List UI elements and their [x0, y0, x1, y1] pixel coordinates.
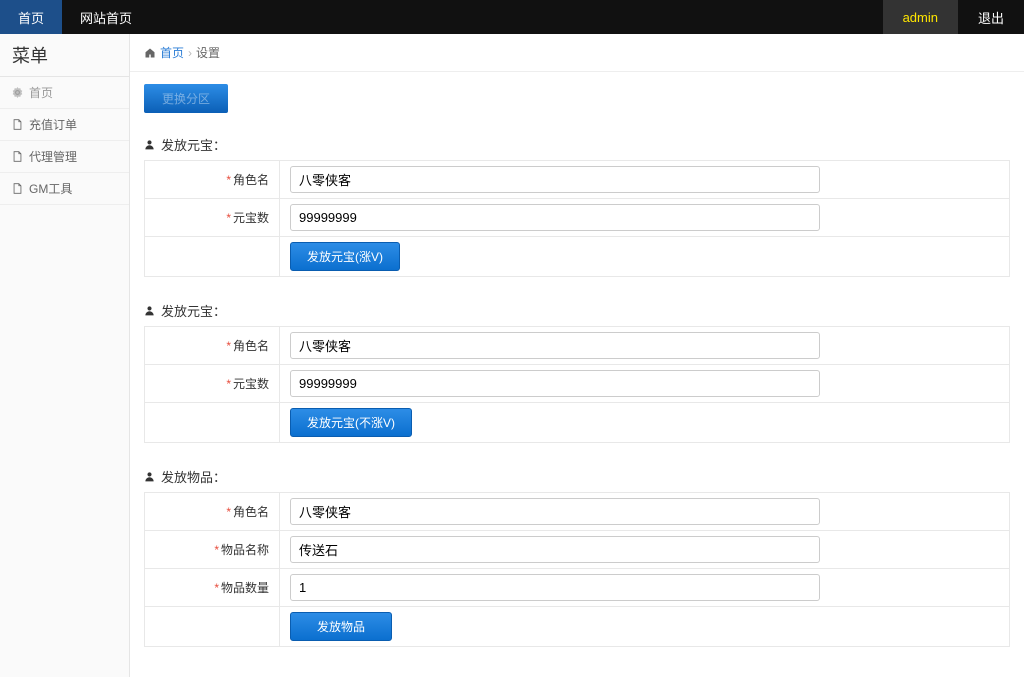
home-icon [144, 47, 156, 59]
form-table: *角色名 *元宝数 发放元宝(涨V) [144, 160, 1010, 277]
yuanbao-count-input[interactable] [290, 370, 820, 397]
user-icon [144, 139, 155, 150]
file-icon [12, 151, 23, 162]
form-label: *角色名 [145, 493, 280, 531]
breadcrumb: 首页 › 设置 [130, 34, 1024, 72]
form-label: *物品名称 [145, 531, 280, 569]
topbar-site-home[interactable]: 网站首页 [62, 0, 150, 34]
item-count-input[interactable] [290, 574, 820, 601]
breadcrumb-separator: › [188, 46, 192, 60]
role-name-input[interactable] [290, 166, 820, 193]
panel-header: 发放物品： [144, 461, 1010, 492]
topbar-spacer [150, 0, 883, 34]
form-label: *角色名 [145, 161, 280, 199]
form-label: *物品数量 [145, 569, 280, 607]
change-zone-button[interactable]: 更换分区 [144, 84, 228, 113]
breadcrumb-current: 设置 [196, 44, 220, 61]
item-name-input[interactable] [290, 536, 820, 563]
yuanbao-count-input[interactable] [290, 204, 820, 231]
user-icon [144, 305, 155, 316]
sidebar-item-label: 充值订单 [29, 116, 77, 133]
topbar-user[interactable]: admin [883, 0, 958, 34]
topbar: 首页 网站首页 admin 退出 [0, 0, 1024, 34]
panel-header: 发放元宝： [144, 295, 1010, 326]
panel-yuanbao-1: 发放元宝： *角色名 *元宝数 发放元宝(涨V) [144, 129, 1010, 277]
role-name-input[interactable] [290, 498, 820, 525]
topbar-logout[interactable]: 退出 [958, 0, 1024, 34]
panel-title: 发放元宝： [161, 301, 226, 320]
sidebar-item-agent[interactable]: 代理管理 [0, 141, 129, 173]
role-name-input[interactable] [290, 332, 820, 359]
content: 更换分区 发放元宝： *角色名 *元宝数 [130, 72, 1024, 677]
form-table: *角色名 *元宝数 发放元宝(不涨V) [144, 326, 1010, 443]
send-item-button[interactable]: 发放物品 [290, 612, 392, 641]
form-label-empty [145, 237, 280, 277]
form-label: *元宝数 [145, 365, 280, 403]
sidebar-item-label: 代理管理 [29, 148, 77, 165]
sidebar-item-gm[interactable]: GM工具 [0, 173, 129, 205]
file-icon [12, 119, 23, 130]
form-table: *角色名 *物品名称 *物品数量 发放物品 [144, 492, 1010, 647]
panel-header: 发放元宝： [144, 129, 1010, 160]
sidebar-title: 菜单 [0, 34, 129, 77]
form-label: *元宝数 [145, 199, 280, 237]
sidebar-item-label: GM工具 [29, 180, 72, 197]
main: 首页 › 设置 更换分区 发放元宝： *角色名 *元宝数 [130, 34, 1024, 677]
panel-yuanbao-2: 发放元宝： *角色名 *元宝数 发放元宝(不涨V) [144, 295, 1010, 443]
form-label: *角色名 [145, 327, 280, 365]
topbar-home-tab[interactable]: 首页 [0, 0, 62, 34]
send-yuanbao-v-button[interactable]: 发放元宝(涨V) [290, 242, 400, 271]
breadcrumb-home-link[interactable]: 首页 [160, 44, 184, 61]
panel-title: 发放物品： [161, 467, 226, 486]
form-label-empty [145, 403, 280, 443]
sidebar: 菜单 首页 充值订单 代理管理 GM工具 [0, 34, 130, 677]
panel-title: 发放元宝： [161, 135, 226, 154]
sidebar-home[interactable]: 首页 [0, 77, 129, 109]
user-icon [144, 471, 155, 482]
file-icon [12, 183, 23, 194]
sidebar-home-label: 首页 [29, 84, 53, 101]
send-yuanbao-nov-button[interactable]: 发放元宝(不涨V) [290, 408, 412, 437]
gear-icon [12, 87, 23, 98]
form-label-empty [145, 607, 280, 647]
panel-items: 发放物品： *角色名 *物品名称 *物品数量 [144, 461, 1010, 647]
sidebar-item-recharge[interactable]: 充值订单 [0, 109, 129, 141]
